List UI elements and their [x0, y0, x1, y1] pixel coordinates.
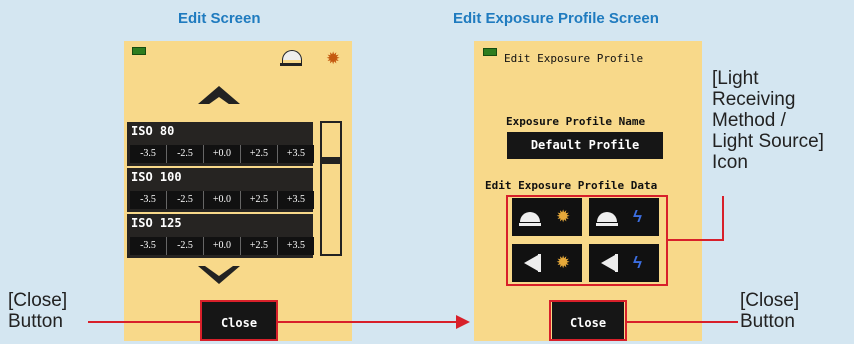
icon-callout: [Light Receiving Method / Light Source] …	[712, 68, 824, 173]
dome-flash-button[interactable]: ϟ	[589, 198, 659, 236]
close-callout-left: [Close] Button	[8, 290, 68, 332]
value-cell[interactable]: +3.5	[278, 191, 314, 209]
iso-label: ISO 100	[131, 170, 182, 184]
profile-data-label: Edit Exposure Profile Data	[485, 179, 658, 192]
iso-row[interactable]: ISO 125 -3.5 -2.5 +0.0 +2.5 +3.5	[127, 214, 314, 258]
scrollbar-thumb[interactable]	[322, 157, 340, 164]
value-cell[interactable]: +2.5	[241, 145, 278, 163]
spot-icon	[524, 255, 538, 271]
edit-screen-title: Edit Screen	[178, 10, 261, 27]
value-cell[interactable]: -2.5	[167, 191, 204, 209]
value-cell[interactable]: +3.5	[278, 237, 314, 255]
callout-line	[88, 321, 200, 323]
edit-profile-title: Edit Exposure Profile Screen	[453, 10, 659, 27]
transition-arrow-icon	[456, 315, 470, 329]
value-cell[interactable]: -2.5	[167, 237, 204, 255]
icon-callout-line	[668, 239, 723, 241]
spot-sun-button[interactable]: ✹	[512, 244, 582, 282]
flash-icon: ϟ	[633, 207, 642, 226]
value-cell[interactable]: -3.5	[130, 145, 167, 163]
flash-icon: ϟ	[633, 253, 642, 272]
value-cell[interactable]: +2.5	[241, 237, 278, 255]
transition-line	[278, 321, 458, 323]
sun-icon: ✹	[326, 49, 341, 68]
icon-callout-line	[722, 196, 724, 241]
value-cell[interactable]: +2.5	[241, 191, 278, 209]
profile-name-label: Exposure Profile Name	[506, 115, 646, 128]
value-cell[interactable]: +3.5	[278, 145, 314, 163]
close-button-highlight	[200, 300, 278, 341]
close-callout-right: [Close] Button	[740, 290, 800, 332]
sun-icon: ✹	[556, 207, 571, 226]
iso-label: ISO 125	[131, 216, 182, 230]
profile-name-field[interactable]: Default Profile	[507, 132, 663, 159]
close-button-highlight	[549, 300, 627, 341]
iso-label: ISO 80	[131, 124, 175, 138]
spot-flash-button[interactable]: ϟ	[589, 244, 659, 282]
value-cell[interactable]: -3.5	[130, 237, 167, 255]
value-cell[interactable]: +0.0	[204, 191, 241, 209]
value-cell[interactable]: -3.5	[130, 191, 167, 209]
dome-sun-button[interactable]: ✹	[512, 198, 582, 236]
value-cell[interactable]: +0.0	[204, 145, 241, 163]
value-cell[interactable]: -2.5	[167, 145, 204, 163]
iso-row[interactable]: ISO 80 -3.5 -2.5 +0.0 +2.5 +3.5	[127, 122, 314, 166]
sun-icon: ✹	[556, 253, 571, 272]
battery-icon	[132, 47, 146, 55]
spot-icon	[601, 255, 615, 271]
value-cell[interactable]: +0.0	[204, 237, 241, 255]
scrollbar[interactable]	[320, 121, 342, 256]
iso-row[interactable]: ISO 100 -3.5 -2.5 +0.0 +2.5 +3.5	[127, 168, 314, 212]
callout-line	[627, 321, 738, 323]
battery-icon	[483, 48, 497, 56]
profile-header: Edit Exposure Profile	[504, 52, 644, 65]
